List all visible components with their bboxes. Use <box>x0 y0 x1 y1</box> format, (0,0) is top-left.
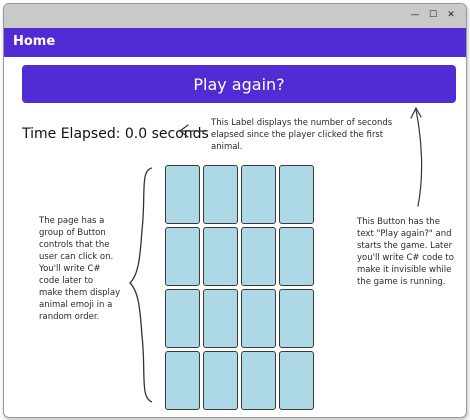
maximize-icon[interactable]: ☐ <box>424 6 442 24</box>
animal-button[interactable] <box>241 227 276 286</box>
animal-button[interactable] <box>165 289 200 348</box>
animal-button[interactable] <box>279 351 314 410</box>
animal-button-grid <box>165 165 316 411</box>
animal-button[interactable] <box>165 165 200 224</box>
label-annotation: This Label displays the number of second… <box>211 118 393 152</box>
animal-button[interactable] <box>241 165 276 224</box>
page-title: Home <box>13 34 56 49</box>
button-annotation: This Button has the text "Play again?" a… <box>357 217 454 287</box>
animal-button[interactable] <box>279 165 314 224</box>
title-bar: — ☐ ✕ <box>4 4 466 28</box>
animal-button[interactable] <box>203 227 238 286</box>
grid-annotation: The page has a group of Button controls … <box>39 216 121 322</box>
animal-button[interactable] <box>241 289 276 348</box>
minimize-icon[interactable]: — <box>406 6 424 24</box>
time-elapsed-label: Time Elapsed: 0.0 seconds <box>22 126 209 142</box>
animal-button[interactable] <box>279 227 314 286</box>
play-again-button[interactable]: Play again? <box>22 65 456 103</box>
animal-button[interactable] <box>203 289 238 348</box>
app-window: — ☐ ✕ Home Play again? Time Elapsed: 0.0… <box>3 3 467 418</box>
animal-button[interactable] <box>203 165 238 224</box>
animal-button[interactable] <box>241 351 276 410</box>
animal-button[interactable] <box>279 289 314 348</box>
close-icon[interactable]: ✕ <box>442 6 460 24</box>
animal-button[interactable] <box>165 351 200 410</box>
navigation-bar: Home <box>4 28 466 57</box>
animal-button[interactable] <box>165 227 200 286</box>
animal-button[interactable] <box>203 351 238 410</box>
